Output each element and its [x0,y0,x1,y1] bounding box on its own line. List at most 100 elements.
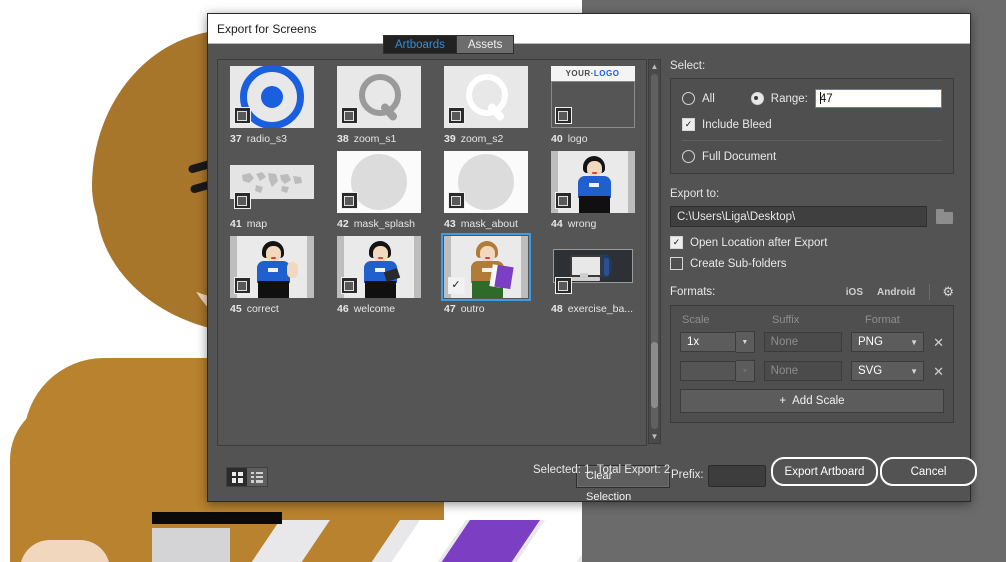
remove-format-button[interactable]: ✕ [933,336,944,349]
radio-all-label: All [702,93,715,105]
artboard-thumbnail[interactable] [337,66,421,128]
artboard-cell[interactable]: 42 mask_splash [325,145,432,230]
column-format: Format [865,314,944,326]
export-status-text: Selected: 1, Total Export: 2 [533,464,670,476]
artboard-name: logo [568,133,588,145]
formats-column-headers: Scale Suffix Format [680,314,944,331]
artboard-checkbox[interactable] [555,192,572,209]
scroll-down-icon[interactable]: ▼ [649,430,660,443]
radio-range[interactable] [751,92,764,105]
folder-icon[interactable] [936,209,954,224]
logo-text-1: YOUR· [566,69,594,78]
format-select[interactable]: PNG ▼ [851,332,924,352]
artboard-checkbox[interactable] [341,277,358,294]
artboard-checkbox[interactable] [234,192,251,209]
radio-all[interactable] [682,92,695,105]
radio-full-document[interactable] [682,150,695,163]
artboard-grid-scrollbar[interactable]: ▲ ▼ [648,59,661,444]
gear-icon[interactable]: ⚙ [929,284,954,300]
artboard-thumbnail[interactable]: ✓ [444,236,528,298]
include-bleed-checkbox[interactable]: ✓ [682,118,695,131]
suffix-input[interactable]: None [764,361,842,381]
scale-input[interactable]: 1x [680,332,736,352]
select-section: All Range: 47 ✓ Include Bleed Full Docum… [670,78,954,174]
scroll-up-icon[interactable]: ▲ [649,60,660,73]
format-row: 1x ▼ None PNG ▼ ✕ [680,331,944,353]
formats-label: Formats: [670,286,715,298]
artboard-caption: 42 mask_splash [325,213,432,230]
format-select-value: SVG [858,362,882,381]
android-preset-button[interactable]: Android [877,287,915,298]
chevron-down-icon: ▼ [910,333,918,352]
create-subfolders-label: Create Sub-folders [690,258,787,270]
artboard-thumbnail[interactable] [551,236,635,298]
select-section-label: Select: [670,60,954,72]
remove-format-button[interactable]: ✕ [933,365,944,378]
artboard-thumbnail[interactable] [337,151,421,213]
artboard-thumbnail[interactable] [230,151,314,213]
artboard-number: 43 [444,218,456,230]
artboard-checkbox-checked[interactable]: ✓ [448,277,465,294]
create-subfolders-checkbox[interactable] [670,257,683,270]
artboard-cell[interactable]: 38 zoom_s1 [325,60,432,145]
artboard-checkbox[interactable] [234,107,251,124]
artboard-name: zoom_s1 [354,133,397,145]
artboard-thumbnail[interactable] [551,151,635,213]
tab-artboards[interactable]: Artboards [383,35,457,54]
artboard-name: radio_s3 [247,133,287,145]
artboard-cell[interactable]: 46 welcome [325,230,432,315]
column-suffix: Suffix [772,314,865,326]
artboard-checkbox[interactable] [555,107,572,124]
ios-preset-button[interactable]: iOS [846,287,863,298]
artboard-name: map [247,218,267,230]
artboard-cell[interactable]: YOUR·LOGO 40 logo [539,60,646,145]
artboard-cell[interactable]: 39 zoom_s2 [432,60,539,145]
artboard-number: 42 [337,218,349,230]
cancel-button[interactable]: Cancel [880,457,977,486]
artboard-checkbox[interactable] [341,192,358,209]
dialog-title: Export for Screens [217,22,316,36]
range-input[interactable]: 47 [815,89,942,108]
artboard-thumbnail[interactable]: YOUR·LOGO [551,66,635,128]
artboard-cell[interactable]: 48 exercise_ba... [539,230,646,315]
artboard-grid: 37 radio_s3 38 [218,60,646,315]
format-select[interactable]: SVG ▼ [851,361,924,381]
artboard-cell[interactable]: 37 radio_s3 [218,60,325,145]
open-location-checkbox[interactable]: ✓ [670,236,683,249]
radio-range-label: Range: [771,93,808,105]
artboard-name: welcome [354,303,395,315]
artboard-cell[interactable]: 45 correct [218,230,325,315]
artboard-number: 46 [337,303,349,315]
formats-section: Scale Suffix Format 1x ▼ None PNG ▼ ✕ [670,305,954,423]
artboard-cell[interactable]: 41 map [218,145,325,230]
artboard-checkbox[interactable] [234,277,251,294]
artboard-caption: 45 correct [218,298,325,315]
artboard-cell-selected[interactable]: ✓ 47 outro [432,230,539,315]
artboards-panel: Artboards Assets 37 [208,44,670,502]
artboard-thumbnail[interactable] [230,236,314,298]
artboard-thumbnail[interactable] [230,66,314,128]
artboard-checkbox[interactable] [448,192,465,209]
export-path-input[interactable]: C:\Users\Liga\Desktop\ [670,206,927,227]
artboard-thumbnail[interactable] [444,66,528,128]
scrollbar-thumb[interactable] [651,342,658,408]
scale-dropdown-chevron-icon[interactable]: ▼ [736,331,755,353]
scale-dropdown-chevron-icon: ▼ [736,360,755,382]
export-artboard-button[interactable]: Export Artboard [771,457,878,486]
format-row: ▼ None SVG ▼ ✕ [680,360,944,382]
artboard-thumbnail[interactable] [444,151,528,213]
tab-assets[interactable]: Assets [457,35,515,54]
artboard-grid-container[interactable]: 37 radio_s3 38 [217,59,647,446]
suffix-input[interactable]: None [764,332,842,352]
artboard-cell[interactable]: 44 wrong [539,145,646,230]
artboard-checkbox[interactable] [448,107,465,124]
artboard-thumbnail[interactable] [337,236,421,298]
options-panel: Select: All Range: 47 ✓ Include Bleed [670,44,970,502]
logo-text-2: LOGO [594,69,620,78]
artboard-name: zoom_s2 [461,133,504,145]
artboard-checkbox[interactable] [555,277,572,294]
add-scale-button[interactable]: + Add Scale [680,389,944,413]
artboard-checkbox[interactable] [341,107,358,124]
artboard-number: 38 [337,133,349,145]
artboard-cell[interactable]: 43 mask_about [432,145,539,230]
